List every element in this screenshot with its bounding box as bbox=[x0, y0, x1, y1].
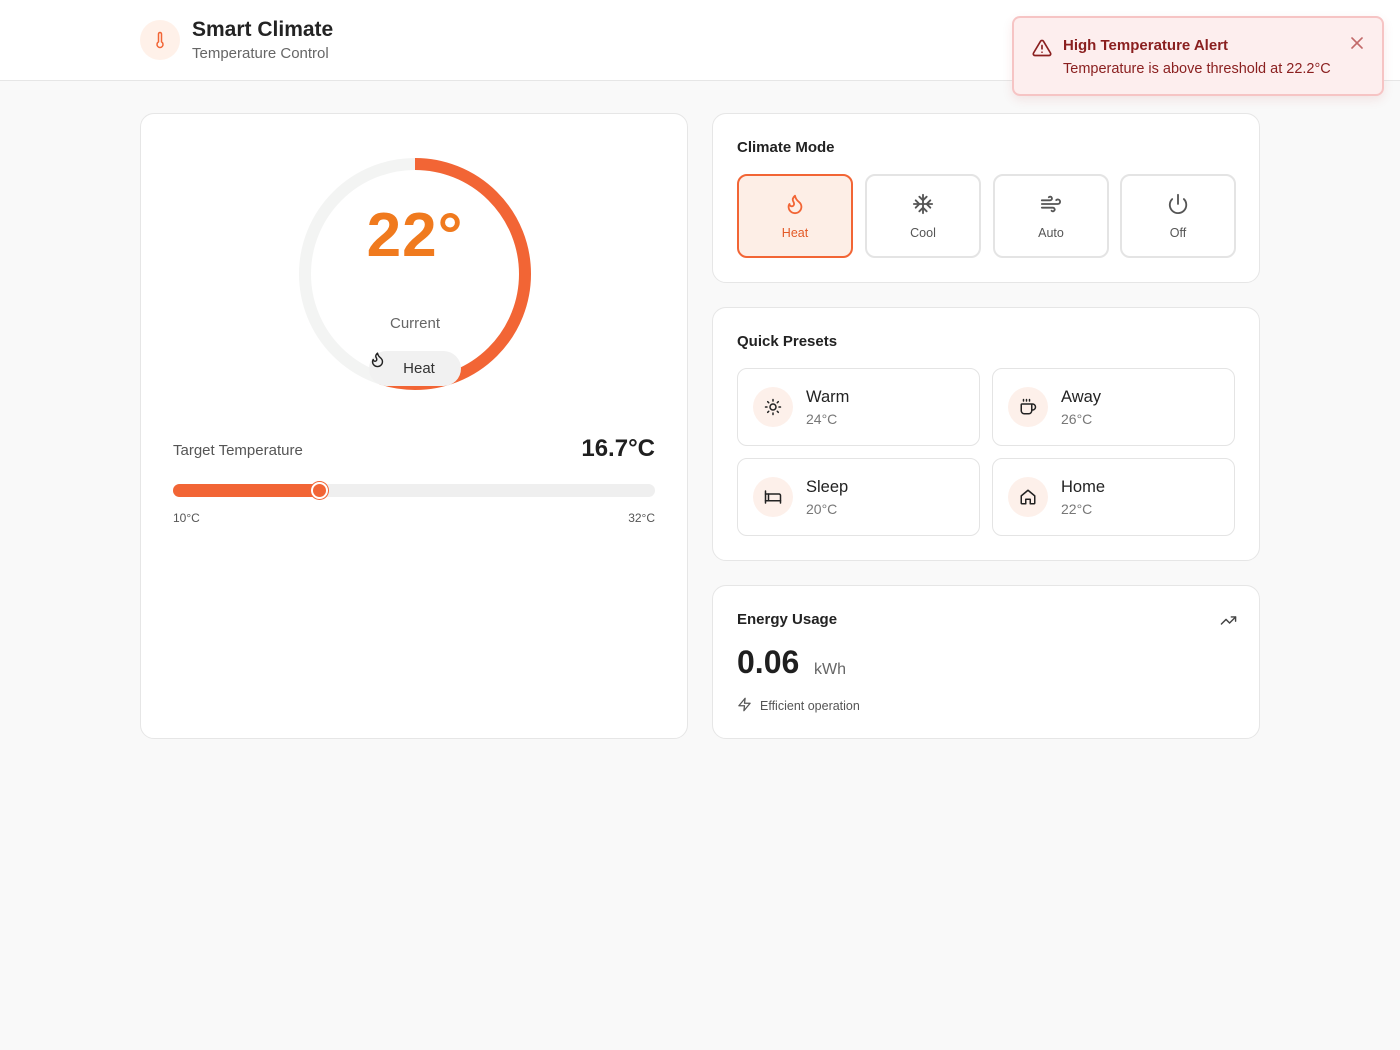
bed-icon bbox=[753, 477, 793, 517]
mode-off-label: Off bbox=[1169, 225, 1187, 240]
mode-cool-label: Cool bbox=[910, 225, 936, 240]
preset-temp: 24°C bbox=[806, 411, 838, 427]
wind-icon bbox=[1040, 193, 1062, 220]
mode-auto-label: Auto bbox=[1038, 225, 1064, 240]
power-icon bbox=[1167, 193, 1189, 220]
current-temperature: 22° bbox=[366, 201, 464, 270]
app-subtitle: Temperature Control bbox=[192, 45, 329, 62]
temperature-dial: 22° Current Heat bbox=[297, 156, 533, 392]
mode-auto-button[interactable]: Auto bbox=[993, 174, 1109, 258]
slider-min-label: 10°C bbox=[173, 511, 200, 525]
preset-name: Home bbox=[1061, 478, 1106, 496]
energy-usage-card: Energy Usage 0.06 kWh Efficient operatio… bbox=[712, 585, 1260, 739]
mode-heat-label: Heat bbox=[781, 225, 809, 240]
preset-name: Away bbox=[1061, 388, 1102, 406]
current-label: Current bbox=[389, 315, 441, 332]
preset-sleep-button[interactable]: Sleep 20°C bbox=[737, 458, 980, 536]
slider-thumb[interactable] bbox=[311, 482, 329, 499]
target-temperature-value: 16.7°C bbox=[581, 435, 655, 462]
sun-icon bbox=[753, 387, 793, 427]
trending-up-icon bbox=[1220, 612, 1237, 634]
mode-off-button[interactable]: Off bbox=[1120, 174, 1236, 258]
energy-status-text: Efficient operation bbox=[760, 699, 860, 713]
preset-home-button[interactable]: Home 22°C bbox=[992, 458, 1235, 536]
climate-mode-title: Climate Mode bbox=[737, 139, 835, 156]
slider-fill bbox=[173, 484, 320, 497]
thermostat-card: 22° Current Heat Target Temperature 16.7… bbox=[140, 113, 688, 739]
target-temperature-label: Target Temperature bbox=[173, 442, 303, 459]
energy-value: 0.06 bbox=[737, 644, 800, 680]
preset-warm-button[interactable]: Warm 24°C bbox=[737, 368, 980, 446]
mode-cool-button[interactable]: Cool bbox=[865, 174, 981, 258]
climate-mode-card: Climate Mode Heat Cool Auto Off bbox=[712, 113, 1260, 283]
preset-temp: 20°C bbox=[806, 501, 838, 517]
target-temperature-slider[interactable] bbox=[173, 482, 655, 499]
thermometer-icon bbox=[140, 20, 180, 60]
preset-name: Sleep bbox=[806, 478, 849, 496]
current-mode-badge: Heat bbox=[369, 351, 461, 386]
energy-usage-title: Energy Usage bbox=[737, 611, 838, 628]
preset-away-button[interactable]: Away 26°C bbox=[992, 368, 1235, 446]
alert-message: Temperature is above threshold at 22.2°C bbox=[1063, 61, 1331, 77]
mode-heat-button[interactable]: Heat bbox=[737, 174, 853, 258]
zap-icon bbox=[737, 697, 752, 715]
quick-presets-title: Quick Presets bbox=[737, 333, 838, 350]
flame-icon bbox=[784, 193, 806, 220]
alert-title: High Temperature Alert bbox=[1063, 37, 1229, 54]
alert-triangle-icon bbox=[1032, 38, 1052, 63]
app-title: Smart Climate bbox=[192, 18, 334, 41]
preset-temp: 26°C bbox=[1061, 411, 1093, 427]
close-icon[interactable] bbox=[1348, 34, 1366, 52]
preset-temp: 22°C bbox=[1061, 501, 1093, 517]
home-icon bbox=[1008, 477, 1048, 517]
energy-status: Efficient operation bbox=[737, 697, 860, 715]
current-mode-label: Heat bbox=[403, 360, 435, 377]
slider-max-label: 32°C bbox=[628, 511, 655, 525]
energy-unit: kWh bbox=[814, 661, 846, 678]
preset-name: Warm bbox=[806, 388, 850, 406]
coffee-icon bbox=[1008, 387, 1048, 427]
high-temperature-alert: High Temperature Alert Temperature is ab… bbox=[1012, 16, 1384, 96]
snowflake-icon bbox=[912, 193, 934, 220]
quick-presets-card: Quick Presets Warm 24°C Away 26°C Sleep … bbox=[712, 307, 1260, 561]
